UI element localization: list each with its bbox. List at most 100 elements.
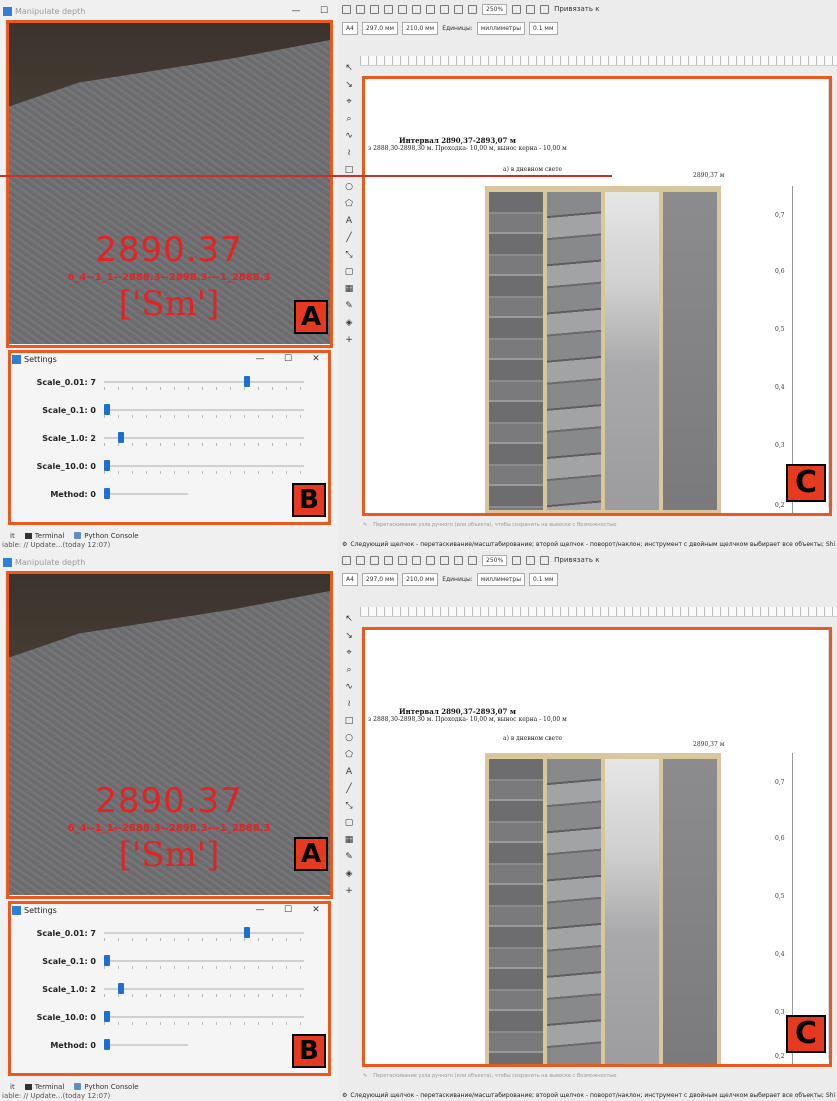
fill-tool-icon[interactable]: ◈ [344, 317, 354, 329]
grid-icon[interactable] [526, 555, 536, 565]
new-document-icon[interactable] [342, 4, 351, 14]
slider-scale-0-1[interactable]: Scale_0.1: 0 [8, 396, 330, 424]
core-box-photo[interactable] [485, 186, 721, 515]
zoom-page-icon[interactable] [454, 555, 463, 565]
connector-tool-icon[interactable]: ⤡ [344, 249, 354, 261]
open-icon[interactable] [356, 555, 365, 565]
pen-icon[interactable]: ✎ [363, 522, 367, 528]
pen-icon[interactable]: ✎ [363, 1073, 367, 1079]
slider-track[interactable] [104, 988, 304, 990]
undo-icon[interactable] [426, 555, 435, 565]
zoom-field[interactable]: 250% [482, 3, 508, 15]
eyedropper-tool-icon[interactable]: ✎ [344, 851, 354, 863]
fullscreen-icon[interactable] [512, 555, 522, 565]
slider-thumb[interactable] [117, 432, 124, 443]
slider-thumb[interactable] [243, 376, 250, 387]
units-select[interactable]: миллиметры [476, 572, 525, 586]
zoom-page-icon[interactable] [454, 4, 463, 14]
vertical-scrollbar[interactable] [828, 78, 833, 508]
eyedropper-tool-icon[interactable]: ✎ [344, 300, 354, 312]
slider-method[interactable]: Method: 0 [8, 1031, 330, 1059]
artistic-tool-icon[interactable]: ≀ [344, 147, 354, 159]
minimize-button[interactable]: — [246, 905, 274, 915]
slider-track[interactable] [104, 960, 304, 962]
shape-tool-icon[interactable]: ↘ [344, 79, 354, 91]
artistic-tool-icon[interactable]: ≀ [344, 698, 354, 710]
slider-thumb[interactable] [104, 460, 110, 471]
tab-python-console[interactable]: Python Console [74, 532, 139, 540]
print-icon[interactable] [384, 555, 393, 565]
height-field[interactable]: 210,0 мм [402, 21, 439, 35]
line-tool-icon[interactable]: ╱ [344, 783, 354, 795]
slider-track[interactable] [104, 409, 304, 411]
open-icon[interactable] [356, 4, 365, 14]
fill-tool-icon[interactable]: ◈ [344, 868, 354, 880]
freehand-tool-icon[interactable]: ∿ [344, 130, 354, 142]
height-field[interactable]: 210,0 мм [402, 572, 439, 586]
slider-thumb[interactable] [243, 927, 250, 938]
close-button[interactable]: ✕ [302, 354, 330, 364]
shape-tool-icon[interactable]: ↘ [344, 630, 354, 642]
slider-scale-0-1[interactable]: Scale_0.1: 0 [8, 947, 330, 975]
ellipse-tool-icon[interactable]: ○ [344, 732, 354, 744]
width-field[interactable]: 297,0 мм [361, 21, 399, 35]
slider-scale-1-0[interactable]: Scale_1.0: 2 [8, 975, 330, 1003]
slider-scale-10-0[interactable]: Scale_10.0: 0 [8, 452, 330, 480]
guides-icon[interactable] [540, 4, 550, 14]
minimize-button[interactable]: — [282, 6, 310, 16]
slider-track[interactable] [104, 437, 304, 439]
slider-track[interactable] [104, 1044, 188, 1046]
tab-python-console[interactable]: Python Console [74, 1083, 139, 1091]
rectangle-tool-icon[interactable]: □ [344, 715, 354, 727]
import-icon[interactable] [398, 555, 407, 565]
tab-terminal[interactable]: Terminal [24, 1083, 64, 1091]
transparency-tool-icon[interactable]: ▦ [344, 834, 354, 846]
zoom-tool-icon[interactable]: ⌕ [344, 113, 354, 125]
freehand-tool-icon[interactable]: ∿ [344, 681, 354, 693]
crop-tool-icon[interactable]: ⌖ [344, 647, 354, 659]
pick-tool-icon[interactable]: ↖ [344, 613, 354, 625]
pick-tool-icon[interactable]: ↖ [344, 62, 354, 74]
transparency-tool-icon[interactable]: ▦ [344, 283, 354, 295]
shadow-tool-icon[interactable]: ▢ [344, 817, 354, 829]
document-canvas[interactable]: Интервал 2890,37-2893,07 м з 2888,30-289… [363, 78, 831, 515]
width-field[interactable]: 297,0 мм [361, 572, 399, 586]
slider-scale-0-01[interactable]: Scale_0.01: 7 [8, 919, 330, 947]
slider-thumb[interactable] [104, 1039, 110, 1050]
tab-terminal[interactable]: Terminal [24, 532, 64, 540]
maximize-button[interactable]: ☐ [274, 354, 302, 364]
slider-track[interactable] [104, 932, 304, 934]
zoom-tool-icon[interactable]: ⌕ [344, 664, 354, 676]
slider-thumb[interactable] [104, 1011, 110, 1022]
save-icon[interactable] [370, 555, 379, 565]
units-select[interactable]: миллиметры [476, 21, 525, 35]
slider-thumb[interactable] [104, 488, 110, 499]
fullscreen-icon[interactable] [512, 4, 522, 14]
text-tool-icon[interactable]: A [344, 215, 354, 227]
redo-icon[interactable] [440, 4, 449, 14]
nudge-field[interactable]: 0.1 мм [528, 21, 558, 35]
slider-thumb[interactable] [104, 404, 110, 415]
maximize-button[interactable]: ☐ [310, 6, 338, 16]
line-tool-icon[interactable]: ╱ [344, 232, 354, 244]
new-document-icon[interactable] [342, 555, 351, 565]
shadow-tool-icon[interactable]: ▢ [344, 266, 354, 278]
slider-scale-10-0[interactable]: Scale_10.0: 0 [8, 1003, 330, 1031]
import-icon[interactable] [398, 4, 407, 14]
slider-method[interactable]: Method: 0 [8, 480, 330, 508]
document-canvas[interactable]: Интервал 2890,37-2893,07 м з 2888,30-289… [363, 629, 831, 1066]
minimize-button[interactable]: — [246, 354, 274, 364]
vertical-scrollbar[interactable] [828, 629, 833, 1059]
undo-icon[interactable] [426, 4, 435, 14]
slider-thumb[interactable] [117, 983, 124, 994]
connector-tool-icon[interactable]: ⤡ [344, 800, 354, 812]
slider-track[interactable] [104, 465, 304, 467]
slider-track[interactable] [104, 493, 188, 495]
zoom-drawing-icon[interactable] [468, 555, 477, 565]
add-tool-icon[interactable]: + [344, 334, 354, 346]
page-size-select[interactable]: A4 [342, 572, 358, 586]
guides-icon[interactable] [540, 555, 550, 565]
core-box-photo[interactable] [485, 753, 721, 1066]
save-icon[interactable] [370, 4, 379, 14]
snap-label[interactable]: Привязать к [554, 556, 599, 564]
